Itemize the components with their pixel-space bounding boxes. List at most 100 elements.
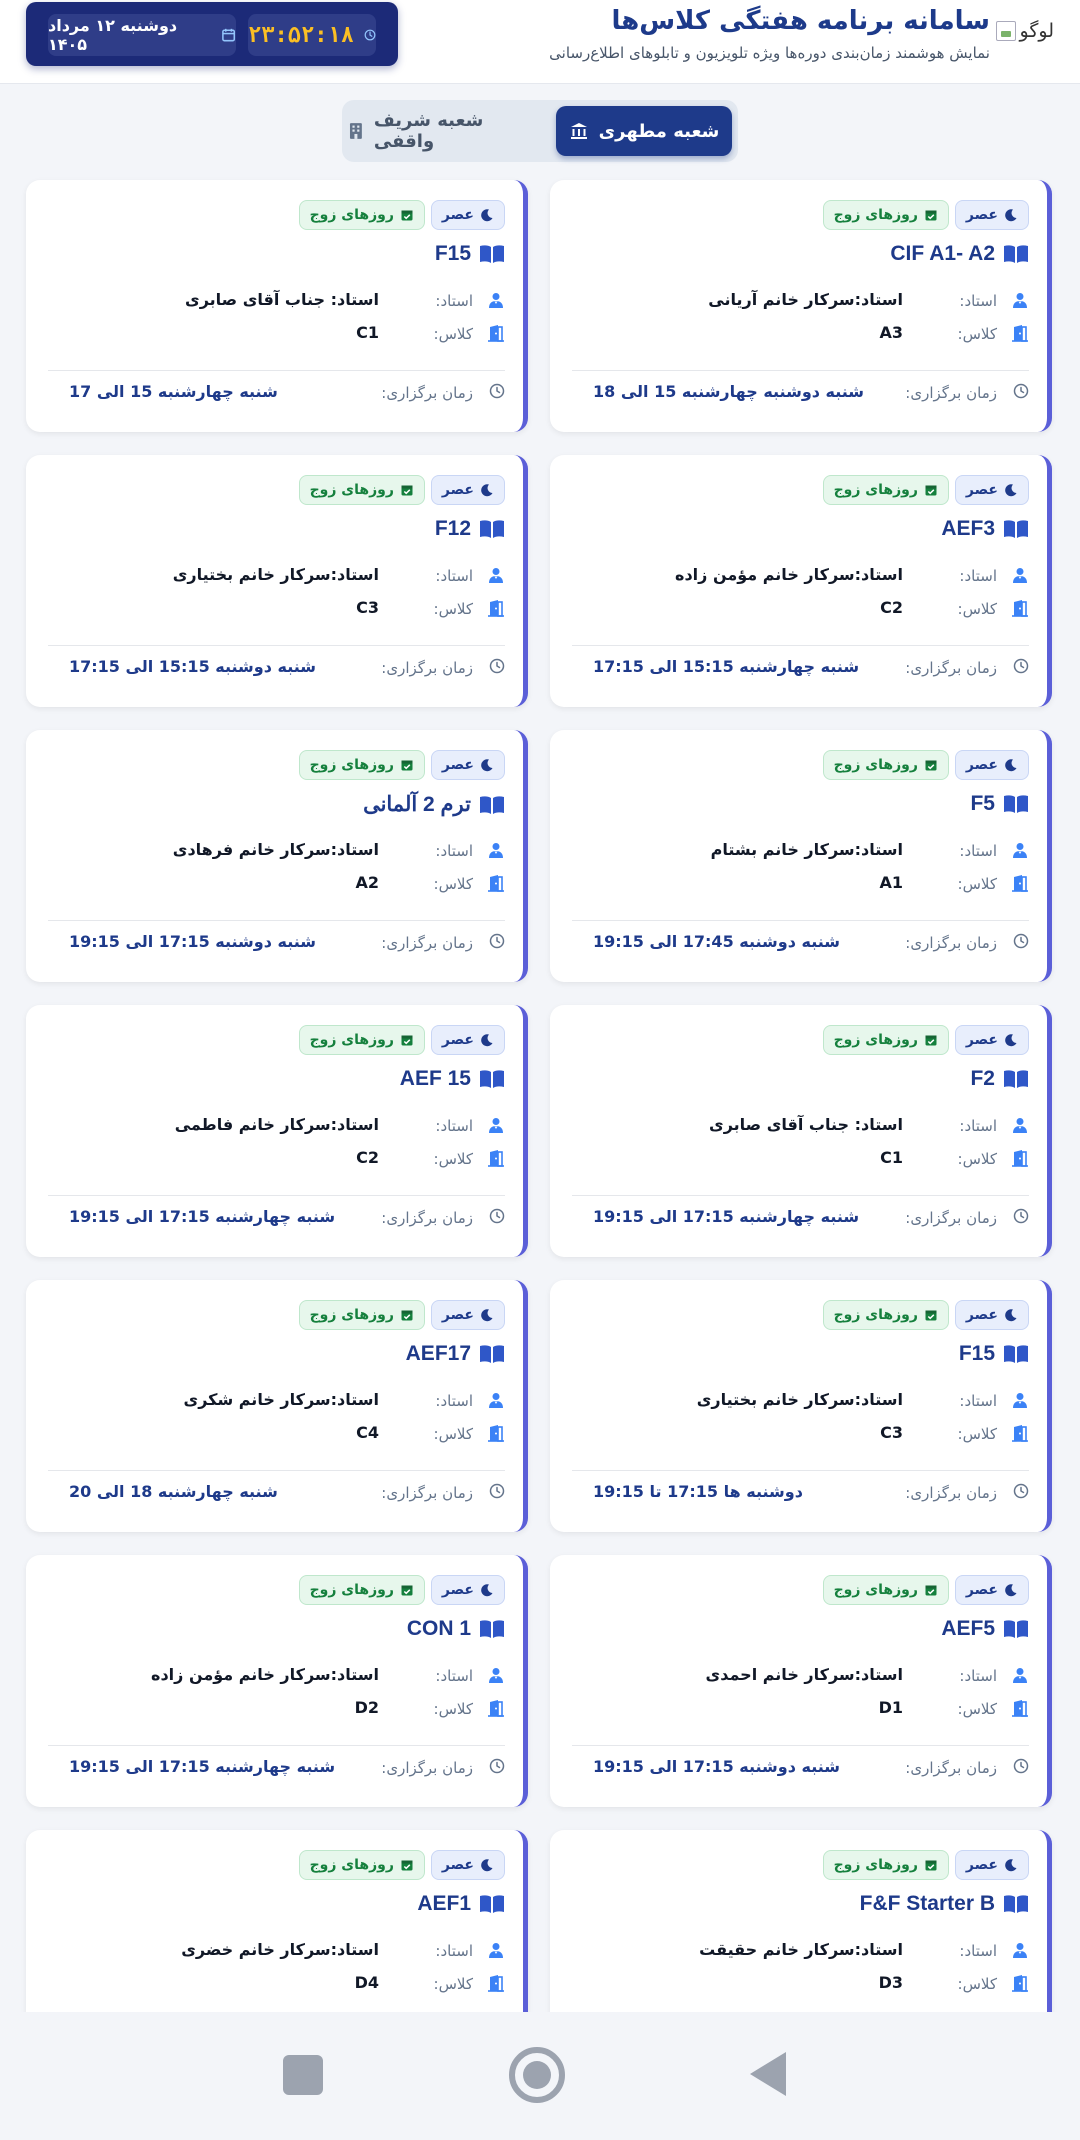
system-nav-bar <box>0 2012 1080 2140</box>
room-row: کلاس: A1 <box>589 871 1029 897</box>
teacher-name: استاد:سرکار خانم آریانی <box>708 290 903 309</box>
room-label: کلاس: <box>433 1975 473 1993</box>
class-card[interactable]: عصر روزهای زوج CIF A1- A2 استاد: استاد:س… <box>550 180 1052 432</box>
door-icon <box>488 1975 504 1992</box>
broken-image-icon <box>995 21 1016 41</box>
course-name: AEF 15 <box>399 1067 471 1090</box>
room-label: کلاس: <box>433 1425 473 1443</box>
moon-icon <box>1005 484 1017 497</box>
page-title: سامانه برنامه هفتگی کلاس‌ها <box>611 6 990 36</box>
tab-motahari[interactable]: شعبه مطهری <box>556 106 732 156</box>
class-card[interactable]: عصر روزهای زوج F2 استاد: استاد: جناب آقا… <box>550 1005 1052 1257</box>
calendar-check-icon <box>401 210 413 221</box>
user-icon <box>489 1393 503 1408</box>
card-divider <box>572 1195 1029 1196</box>
app-header: لوگو سامانه برنامه هفتگی کلاس‌ها نمایش ه… <box>0 0 1080 84</box>
room-code: D3 <box>878 1973 903 1992</box>
time-of-day-chip: عصر <box>430 475 505 505</box>
room-code: D2 <box>354 1698 379 1717</box>
teacher-label: استاد: <box>959 1392 997 1410</box>
book-icon <box>480 1070 504 1088</box>
room-row: کلاس: C2 <box>589 596 1029 622</box>
home-button[interactable] <box>508 2046 566 2108</box>
days-chip: روزهای زوج <box>822 475 949 505</box>
teacher-name: استاد:سرکار خانم بختیاری <box>696 1390 903 1409</box>
schedule-text: دوشنبه ها 17:15 تا 19:15 <box>593 1482 803 1501</box>
teacher-label: استاد: <box>959 1117 997 1135</box>
schedule-text: شنبه چهارشنبه 15 الی 17 <box>69 382 278 401</box>
days-chip: روزهای زوج <box>298 1025 425 1055</box>
course-title: AEF3 <box>941 517 1029 541</box>
user-icon <box>1013 568 1027 583</box>
teacher-row: استاد: استاد:سرکار خانم بشتام <box>589 838 1029 864</box>
schedule-text: شنبه دوشنبه 15:15 الی 17:15 <box>69 657 316 676</box>
teacher-label: استاد: <box>435 842 473 860</box>
card-tags: عصر روزهای زوج <box>298 1025 505 1055</box>
schedule-label: زمان برگزاری: <box>381 1484 473 1502</box>
schedule-label: زمان برگزاری: <box>905 1759 997 1777</box>
clock-panel: دوشنبه ۱۲ مرداد ۱۴۰۵ ۲۳:۵۲:۱۸ <box>26 2 398 66</box>
back-button[interactable] <box>748 2050 788 2102</box>
book-icon <box>480 1345 504 1363</box>
calendar-check-icon <box>925 1310 937 1321</box>
class-card[interactable]: عصر روزهای زوج ترم 2 آلمانی استاد: استاد… <box>26 730 528 982</box>
clock-icon <box>1013 1208 1029 1224</box>
class-card[interactable]: عصر روزهای زوج F5 استاد: استاد:سرکار خان… <box>550 730 1052 982</box>
book-icon <box>1004 1345 1028 1363</box>
days-label: روزهای زوج <box>309 1582 394 1598</box>
card-tags: عصر روزهای زوج <box>822 750 1029 780</box>
course-title: AEF 15 <box>400 1067 505 1091</box>
card-tags: عصر روزهای زوج <box>298 1850 505 1880</box>
card-tags: عصر روزهای زوج <box>298 475 505 505</box>
time-of-day-chip: عصر <box>430 1025 505 1055</box>
course-title: AEF1 <box>417 1892 505 1916</box>
teacher-row: استاد: استاد:سرکار خانم آریانی <box>589 288 1029 314</box>
room-code: D4 <box>354 1973 379 1992</box>
teacher-label: استاد: <box>435 1392 473 1410</box>
class-card[interactable]: عصر روزهای زوج AEF5 استاد: استاد:سرکار خ… <box>550 1555 1052 1807</box>
tab-sharif-vaghefi[interactable]: شعبه شریف واقفی <box>348 106 548 156</box>
schedule-text: شنبه چهارشنبه 17:15 الی 19:15 <box>593 1207 860 1226</box>
room-code: A1 <box>879 873 903 892</box>
time-of-day-label: عصر <box>441 1032 474 1048</box>
recents-button[interactable] <box>282 2054 324 2100</box>
teacher-row: استاد: استاد:سرکار خانم احمدی <box>589 1663 1029 1689</box>
days-label: روزهای زوج <box>833 757 918 773</box>
door-icon <box>1012 1150 1028 1167</box>
time-of-day-chip: عصر <box>430 1850 505 1880</box>
days-label: روزهای زوج <box>309 1032 394 1048</box>
schedule-text: شنبه چهارشنبه 15:15 الی 17:15 <box>593 657 860 676</box>
room-row: کلاس: C3 <box>589 1421 1029 1447</box>
calendar-check-icon <box>925 1585 937 1596</box>
logo-alt-text: لوگو <box>1019 20 1054 42</box>
time-of-day-chip: عصر <box>954 200 1029 230</box>
time-of-day-label: عصر <box>965 1857 998 1873</box>
class-card[interactable]: عصر روزهای زوج AEF 15 استاد: استاد:سرکار… <box>26 1005 528 1257</box>
room-label: کلاس: <box>957 1150 997 1168</box>
teacher-row: استاد: استاد:سرکار خانم خضری <box>65 1938 505 1964</box>
days-chip: روزهای زوج <box>298 1850 425 1880</box>
class-card[interactable]: عصر روزهای زوج F15 استاد: استاد: جناب آق… <box>26 180 528 432</box>
class-card[interactable]: عصر روزهای زوج AEF17 استاد: استاد:سرکار … <box>26 1280 528 1532</box>
moon-icon <box>1005 1859 1017 1872</box>
moon-icon <box>1005 1309 1017 1322</box>
teacher-row: استاد: استاد:سرکار خانم فاطمی <box>65 1113 505 1139</box>
class-card[interactable]: عصر روزهای زوج F15 استاد: استاد:سرکار خا… <box>550 1280 1052 1532</box>
room-code: A2 <box>355 873 379 892</box>
class-card[interactable]: عصر روزهای زوج F12 استاد: استاد:سرکار خا… <box>26 455 528 707</box>
clock-icon <box>489 1758 505 1774</box>
calendar-check-icon <box>925 1035 937 1046</box>
clock-icon <box>1013 1483 1029 1499</box>
clock-icon <box>489 1208 505 1224</box>
card-tags: عصر روزهای زوج <box>298 1300 505 1330</box>
date-display: دوشنبه ۱۲ مرداد ۱۴۰۵ <box>48 14 236 56</box>
days-label: روزهای زوج <box>309 1307 394 1323</box>
calendar-check-icon <box>925 485 937 496</box>
room-label: کلاس: <box>957 875 997 893</box>
schedule-text: شنبه دوشنبه چهارشنبه 15 الی 18 <box>593 382 865 401</box>
moon-icon <box>1005 759 1017 772</box>
time-of-day-label: عصر <box>965 757 998 773</box>
door-icon <box>488 1425 504 1442</box>
class-card[interactable]: عصر روزهای زوج CON 1 استاد: استاد:سرکار … <box>26 1555 528 1807</box>
class-card[interactable]: عصر روزهای زوج AEF3 استاد: استاد:سرکار خ… <box>550 455 1052 707</box>
